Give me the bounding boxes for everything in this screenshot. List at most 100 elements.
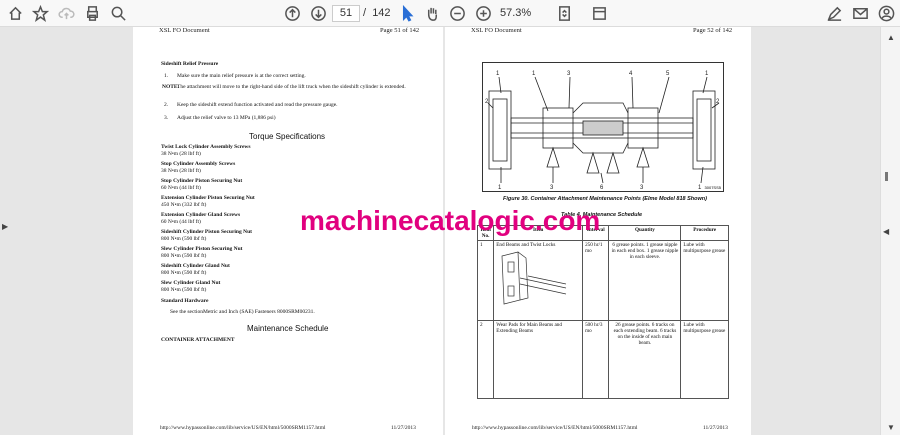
page-up-icon[interactable] [283,4,301,22]
torque-item-name: Stop Cylinder Piston Securing Nut [161,178,243,184]
table-row: 2 Wear Pads for Main Beams and Extending… [476,320,729,399]
toggle-panel-icon[interactable] [590,4,608,22]
page-header-left: XSL FO Document [159,27,210,34]
svg-text:2: 2 [485,99,489,105]
watermark-text: machinecatalogic.com [300,205,601,236]
svg-text:3: 3 [640,185,644,191]
page-header-right: Page 52 of 142 [693,27,733,34]
svg-text:3: 3 [567,71,571,77]
quantity-cell: 26 grease points. 6 tracks on each exten… [608,320,682,399]
table-row: 1 End Beams and Twist Locks 250 hr/1 mo … [476,240,729,321]
column-header: Procedure [680,225,729,241]
torque-item-value: 800 N•m (590 lbf ft) [161,235,207,242]
figure-caption: Figure 30. Container Attachment Maintena… [503,196,707,202]
zoom-out-icon[interactable] [448,4,466,22]
step-text: Keep the sideshift extend function activ… [177,102,338,108]
torque-item-name: Extension Cylinder Gland Screws [161,212,241,218]
svg-text:6: 6 [600,185,604,191]
quantity-cell: 6 grease points. 1 grease nipple in each… [608,240,682,321]
right-scrollbar[interactable]: ▲ ◀ ▼ [880,27,900,435]
svg-text:1: 1 [532,71,536,77]
left-scroll-gutter: ▶ [0,27,10,435]
section-title: Sideshift Relief Pressure [161,61,219,67]
torque-item-name: Sideshift Cylinder Piston Securing Nut [161,229,252,235]
torque-item-value: 60 N•m (44 lbf ft) [161,184,201,191]
bookmark-star-icon[interactable] [31,4,49,22]
svg-text:2: 2 [716,99,720,105]
interval-cell: 250 hr/1 mo [582,240,610,321]
fit-page-icon[interactable] [555,4,573,22]
scroll-up-icon[interactable]: ▲ [887,33,895,42]
step-num: 3. [164,115,169,121]
torque-item-value: 450 N•m (332 lbf ft) [161,201,207,208]
print-icon[interactable] [83,4,101,22]
procedure-cell: Lube with multipurpose grease [680,240,729,321]
column-header: Quantity [608,225,682,241]
page-down-icon[interactable] [309,4,327,22]
item-no: 2 [476,320,495,399]
svg-text:1: 1 [498,185,502,191]
torque-item-name: Slew Cylinder Gland Nut [161,280,221,286]
container-attachment-drawing: 1 1 3 4 5 1 2 2 1 3 6 3 1 [485,71,720,191]
torque-item-name: Slew Cylinder Piston Securing Nut [161,246,243,252]
page-count: / 142 [363,7,391,19]
container-attachment-heading: CONTAINER ATTACHMENT [161,337,235,343]
note-text: The attachment will move to the right-ha… [177,84,406,90]
maintenance-points-figure: 1 1 3 4 5 1 2 2 1 3 6 3 1 3007SS5 [482,62,724,192]
page-number-input[interactable]: 51 [332,5,360,22]
svg-text:3: 3 [550,185,554,191]
torque-item-value: 38 N•m (28 lbf ft) [161,150,201,157]
scroll-thumb[interactable] [885,172,888,181]
zoom-search-icon[interactable] [109,4,127,22]
zoom-level-dropdown[interactable]: 57.3% ▾ [500,5,534,35]
see-fasteners-link[interactable]: See the sectionMetric and Inch (SAE) Fas… [170,309,315,316]
item-cell: End Beams and Twist Locks [493,240,584,321]
account-icon[interactable] [877,4,895,22]
torque-item-value: 800 N•m (590 lbf ft) [161,252,207,259]
item-no: 1 [476,240,495,321]
torque-item-value: 60 N•m (44 lbf ft) [161,218,201,225]
procedure-cell: Lube with multipurpose grease [680,320,729,399]
upload-cloud-icon[interactable] [57,4,75,22]
hand-tool-icon[interactable] [423,4,441,22]
page-footer-url: http://www.hypassonline.com/lib/service/… [160,425,326,431]
svg-text:4: 4 [629,71,633,77]
torque-item-value: 800 N•m (590 lbf ft) [161,269,207,276]
maintenance-schedule-table: Item No. Item Interval Quantity Procedur… [476,225,729,399]
toolbar: 51 / 142 57.3% ▾ [0,0,900,35]
page-footer-date: 11/27/2013 [703,425,728,431]
svg-text:1: 1 [496,71,500,77]
end-beam-illustration [501,251,567,305]
torque-heading: Torque Specifications [249,132,326,141]
step-num: 2. [164,102,169,108]
collapse-left-icon[interactable]: ▶ [2,222,8,231]
svg-text:5: 5 [666,71,670,77]
maintenance-heading: Maintenance Schedule [247,324,329,333]
zoom-in-icon[interactable] [474,4,492,22]
torque-item-value: 800 N•m (590 lbf ft) [161,286,207,293]
figure-code: 3007SS5 [704,185,721,190]
page-footer-date: 11/27/2013 [391,425,416,431]
select-cursor-icon[interactable] [398,4,416,22]
page-footer-url: http://www.hypassonline.com/lib/service/… [472,425,638,431]
torque-item-name: Extension Cylinder Piston Securing Nut [161,195,255,201]
item-cell: Wear Pads for Main Beams and Extending B… [493,320,584,399]
step-text: Adjust the relief valve to 13 MPa (1,886… [177,115,276,121]
torque-item-value: 38 N•m (28 lbf ft) [161,167,201,174]
sign-pen-icon[interactable] [825,4,843,22]
collapse-right-icon[interactable]: ◀ [883,227,889,236]
page-header-left: XSL FO Document [471,27,522,34]
torque-item-name: Stop Cylinder Assembly Screws [161,161,236,167]
interval-cell: 500 hr/3 mo [582,320,610,399]
step-text: Make sure the main relief pressure is at… [177,73,306,79]
torque-item-name: Sideshift Cylinder Gland Nut [161,263,230,269]
page-header-right: Page 51 of 142 [380,27,420,34]
home-icon[interactable] [6,4,24,22]
svg-text:1: 1 [698,185,702,191]
step-num: 1. [164,73,169,79]
standard-hardware-heading: Standard Hardware [161,298,209,304]
mail-icon[interactable] [851,4,869,22]
torque-item-name: Twist Lock Cylinder Assembly Screws [161,144,251,150]
scroll-down-icon[interactable]: ▼ [887,423,895,432]
svg-text:1: 1 [705,71,709,77]
